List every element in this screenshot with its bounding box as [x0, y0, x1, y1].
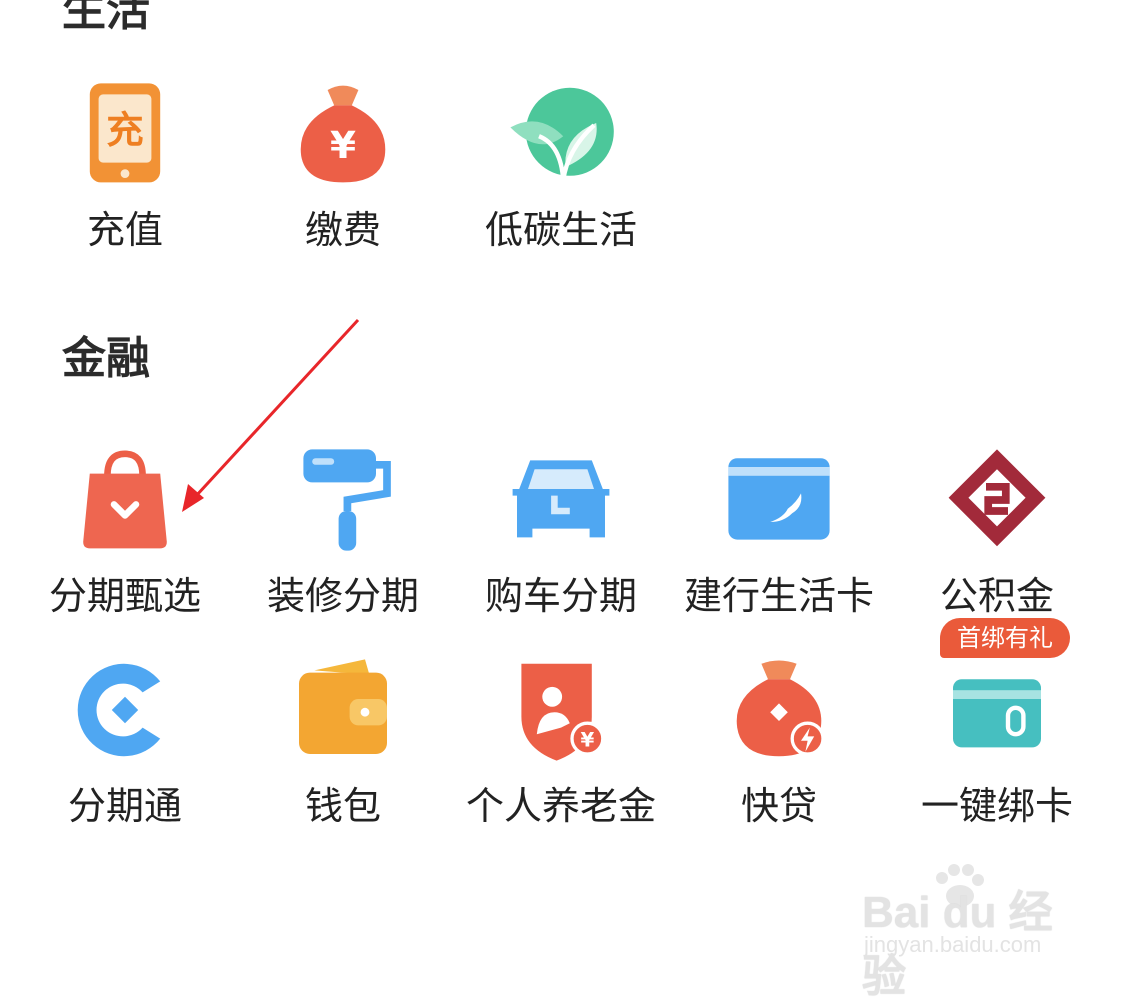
- promo-badge: 首绑有礼: [940, 618, 1070, 658]
- grid-item-payment[interactable]: ¥ 缴费: [234, 74, 452, 254]
- c-logo-icon: [65, 650, 185, 769]
- yuan-glyph: ¥: [581, 728, 595, 751]
- money-bag-icon: ¥: [283, 74, 403, 193]
- recharge-phone-icon: 充: [65, 74, 185, 193]
- grid-item-label: 建行生活卡: [683, 574, 874, 618]
- grid-item-ccb-life-card[interactable]: 建行生活卡: [670, 440, 888, 620]
- grid-item-wallet[interactable]: 钱包: [234, 650, 452, 830]
- wallet-icon: [283, 650, 403, 769]
- paint-roller-icon: [283, 440, 403, 559]
- grid-item-installment-selection[interactable]: 分期甄选: [16, 440, 234, 620]
- yuan-glyph: ¥: [330, 123, 356, 167]
- grid-item-bind-card[interactable]: 一键绑卡: [888, 650, 1106, 830]
- grid-item-fast-loan[interactable]: 快贷: [670, 650, 888, 830]
- grid-item-label: 缴费: [304, 208, 381, 252]
- housing-fund-icon: [937, 440, 1057, 559]
- card-icon: [719, 440, 839, 559]
- grid-item-label: 购车分期: [484, 574, 637, 618]
- leaf-icon: [501, 74, 621, 193]
- grid-item-label: 低碳生活: [484, 208, 637, 252]
- grid-item-label: 快贷: [740, 784, 817, 828]
- watermark-url: jingyan.baidu.com: [864, 932, 1042, 957]
- grid-item-car-installment[interactable]: 购车分期: [452, 440, 670, 620]
- grid-item-recharge[interactable]: 充 充值: [16, 74, 234, 254]
- grid-item-label: 分期通: [67, 784, 182, 828]
- grid-item-installment-pass[interactable]: 分期通: [16, 650, 234, 830]
- grid-item-label: 个人养老金: [465, 784, 656, 828]
- grid-item-label: 一键绑卡: [920, 784, 1073, 828]
- section-title-life: 生活: [62, 0, 150, 36]
- grid-item-label: 分期甄选: [48, 574, 201, 618]
- grid-item-label: 公积金: [939, 574, 1054, 618]
- car-icon: [501, 440, 621, 559]
- recharge-glyph: 充: [106, 107, 143, 151]
- grid-item-renovation-installment[interactable]: 装修分期: [234, 440, 452, 620]
- section-title-finance: 金融: [62, 333, 150, 384]
- shopping-bag-icon: [65, 440, 185, 559]
- grid-item-housing-fund[interactable]: 公积金: [888, 440, 1106, 620]
- bind-card-icon: [937, 650, 1057, 769]
- grid-item-label: 装修分期: [266, 574, 419, 618]
- pension-shield-icon: ¥: [501, 650, 621, 769]
- fast-loan-bag-icon: [719, 650, 839, 769]
- grid-item-label: 充值: [86, 208, 163, 252]
- baidu-jingyan-watermark: Bai du 经验 jingyan.baidu.com: [858, 862, 1078, 1001]
- grid-item-personal-pension[interactable]: ¥ 个人养老金: [452, 650, 670, 830]
- grid-item-low-carbon[interactable]: 低碳生活: [452, 74, 670, 254]
- grid-item-label: 钱包: [304, 784, 381, 828]
